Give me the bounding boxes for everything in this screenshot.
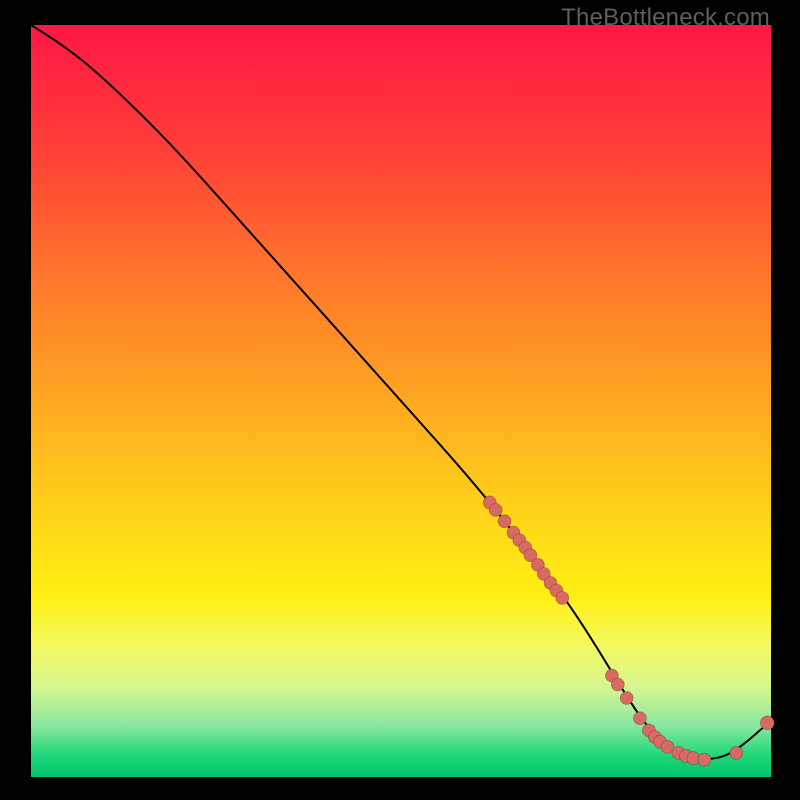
bottleneck-curve <box>31 25 771 759</box>
data-point <box>730 746 743 759</box>
data-point <box>760 716 774 730</box>
data-point <box>498 515 511 528</box>
scatter-dots <box>483 496 774 766</box>
data-point <box>611 678 624 691</box>
chart-stage: TheBottleneck.com <box>0 0 800 800</box>
data-point <box>634 712 647 725</box>
data-point <box>620 692 633 705</box>
curve-svg <box>31 25 771 777</box>
data-point <box>489 504 502 517</box>
plot-area <box>31 25 771 777</box>
data-point <box>556 592 569 605</box>
data-point <box>698 753 711 766</box>
